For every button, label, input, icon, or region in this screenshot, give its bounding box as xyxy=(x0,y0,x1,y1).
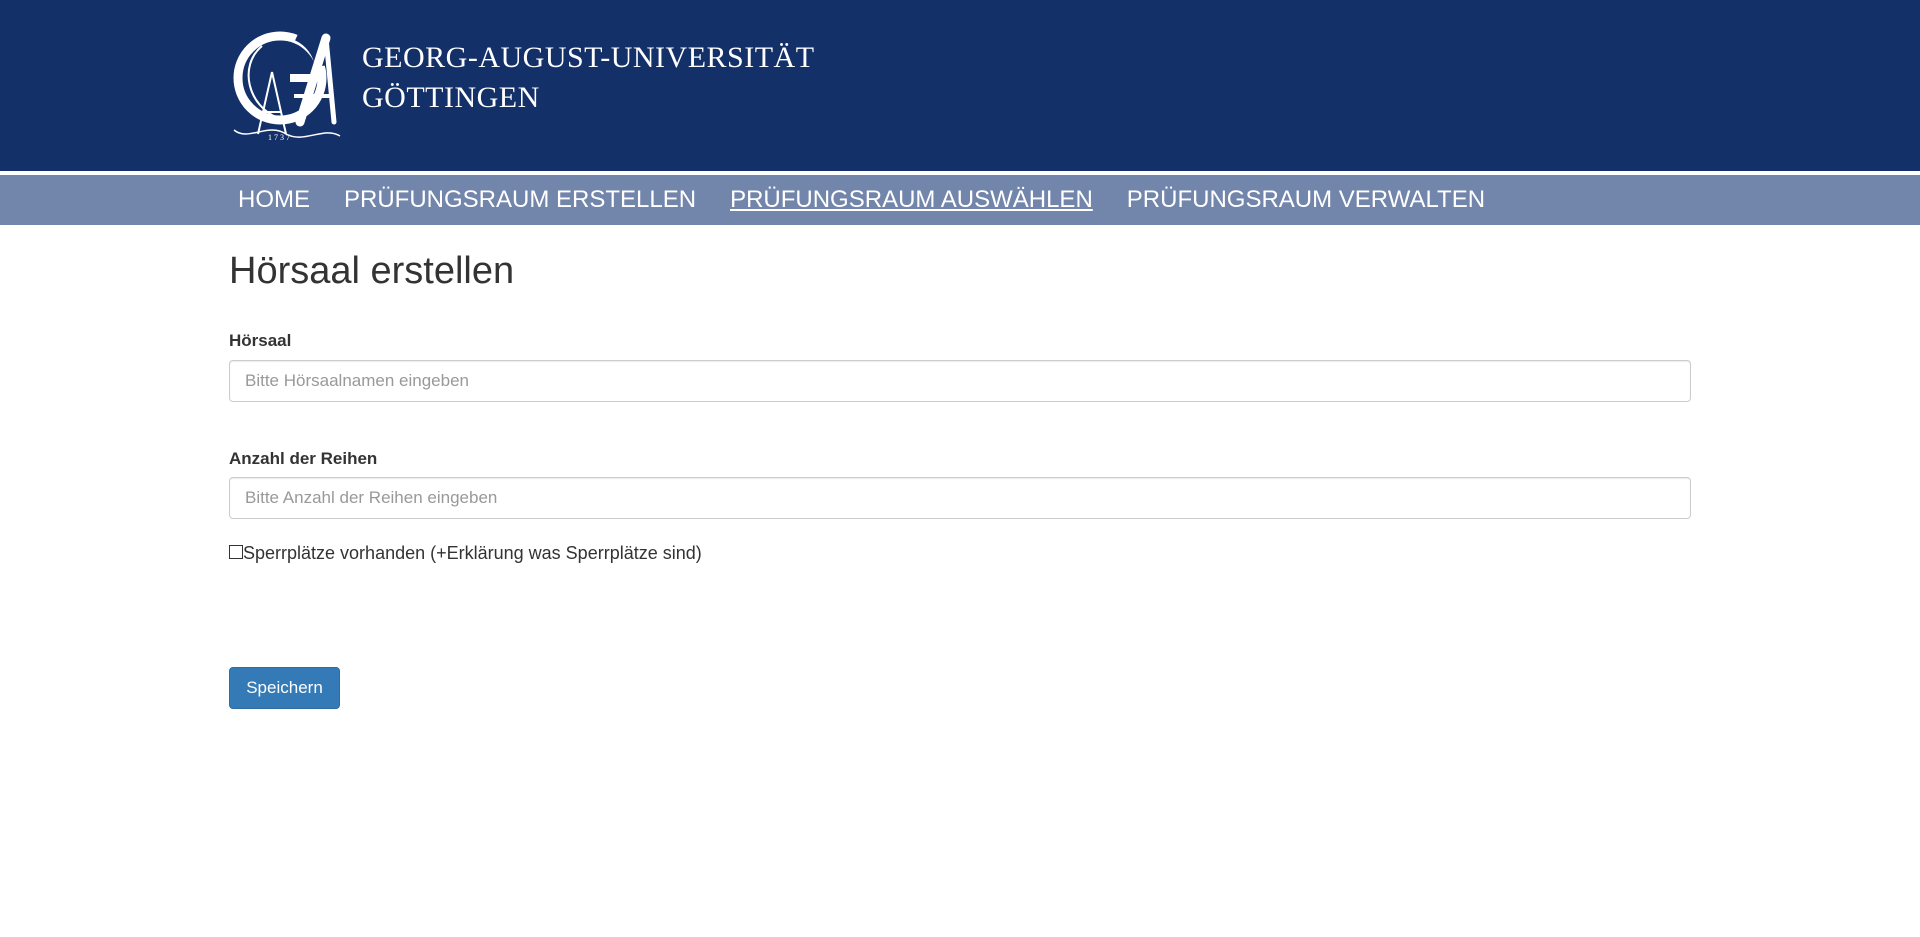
university-name: GEORG-AUGUST-UNIVERSITÄT GÖTTINGEN xyxy=(362,38,815,118)
reihen-input[interactable] xyxy=(229,477,1691,519)
sperrplaetze-label: Sperrplätze vorhanden (+Erklärung was Sp… xyxy=(243,543,702,563)
university-name-line1: GEORG-AUGUST-UNIVERSITÄT xyxy=(362,41,815,74)
page-title: Hörsaal erstellen xyxy=(229,250,515,292)
site-header: 1 7 3 7 GEORG-AUGUST-UNIVERSITÄT GÖTTING… xyxy=(0,0,1920,171)
nav-item-pruefungsraum-auswaehlen[interactable]: PRÜFUNGSRAUM AUSWÄHLEN xyxy=(713,186,1110,214)
university-name-line2: GÖTTINGEN xyxy=(362,81,540,114)
nav-item-pruefungsraum-erstellen[interactable]: PRÜFUNGSRAUM ERSTELLEN xyxy=(327,186,713,214)
nav-item-pruefungsraum-verwalten[interactable]: PRÜFUNGSRAUM VERWALTEN xyxy=(1110,186,1502,214)
hoersaal-input[interactable] xyxy=(229,360,1691,402)
svg-text:1 7 3 7: 1 7 3 7 xyxy=(268,133,290,142)
nav-item-home[interactable]: HOME xyxy=(221,186,327,214)
reihen-label: Anzahl der Reihen xyxy=(229,449,378,468)
main-navigation: HOME PRÜFUNGSRAUM ERSTELLEN PRÜFUNGSRAUM… xyxy=(0,175,1920,225)
sperrplaetze-option[interactable]: Sperrplätze vorhanden (+Erklärung was Sp… xyxy=(229,543,702,564)
sperrplaetze-checkbox[interactable] xyxy=(229,545,243,559)
hoersaal-label: Hörsaal xyxy=(229,331,292,350)
save-button[interactable]: Speichern xyxy=(229,667,340,709)
university-seal-icon: 1 7 3 7 xyxy=(233,27,341,142)
